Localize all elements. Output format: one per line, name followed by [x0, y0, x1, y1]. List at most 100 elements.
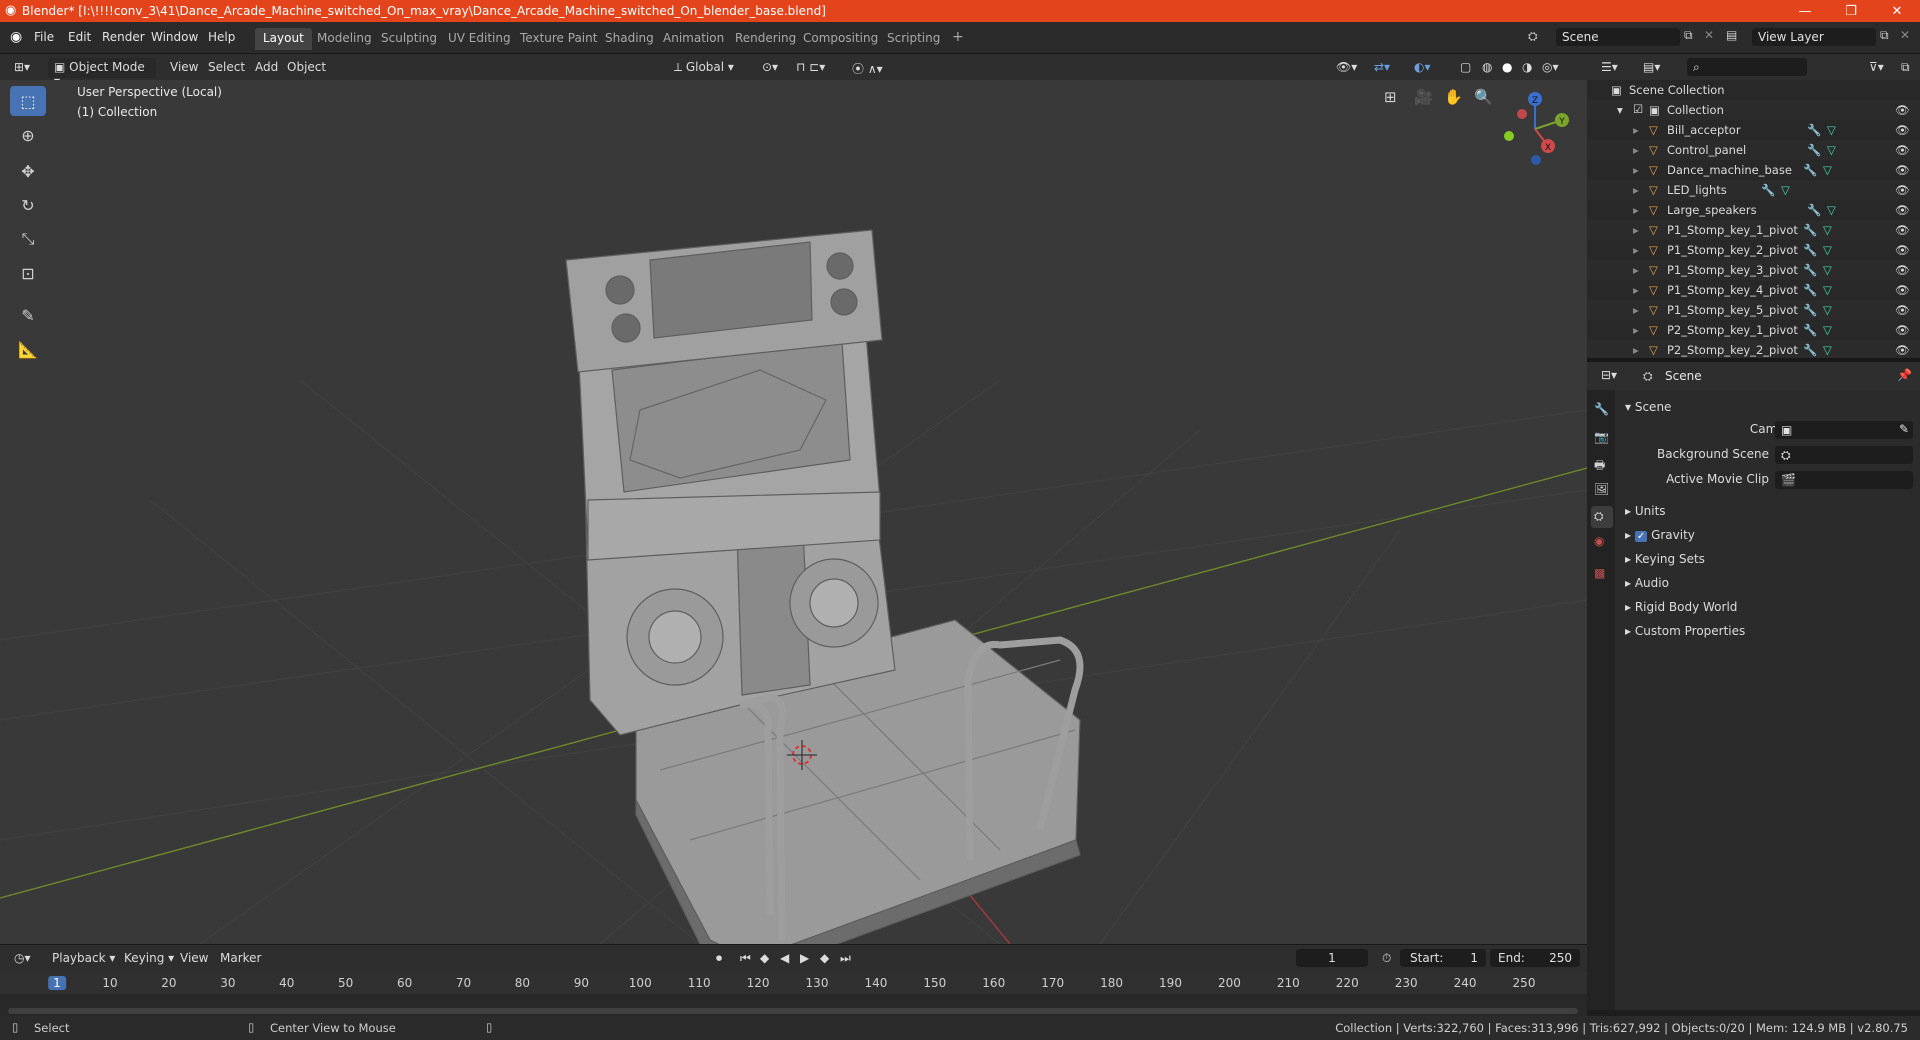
custom-properties-panel-header[interactable]: ▸ Custom Properties [1625, 624, 1745, 638]
expand-arrow-icon[interactable]: ▸ [1633, 283, 1639, 297]
expand-arrow-icon[interactable]: ▸ [1633, 183, 1639, 197]
modifier-wrench-icon[interactable]: 🔧 [1803, 243, 1817, 257]
jump-keyframe-forward-icon[interactable]: ◆ [814, 949, 835, 969]
filter-icon[interactable]: ⊽▾ [1863, 58, 1890, 78]
tab-layout[interactable]: Layout [255, 28, 312, 50]
end-frame-field[interactable]: End: 250 [1490, 949, 1580, 967]
eye-icon[interactable]: 👁 [1895, 203, 1910, 217]
active-movie-clip-field[interactable]: 🎬 [1775, 471, 1913, 489]
tab-animation[interactable]: Animation [655, 28, 732, 50]
camera-view-icon[interactable]: 🎥 [1414, 88, 1433, 106]
outliner-item[interactable]: ▸ ▽ P1_Stomp_key_4_pivot 🔧 ▽ 👁 [1587, 280, 1920, 300]
outliner-item[interactable]: ▸ ▽ P1_Stomp_key_3_pivot 🔧 ▽ 👁 [1587, 260, 1920, 280]
modifier-wrench-icon[interactable]: 🔧 [1807, 203, 1821, 217]
mesh-data-icon[interactable]: ▽ [1823, 343, 1832, 357]
mesh-data-icon[interactable]: ▽ [1823, 263, 1832, 277]
object-visibility-icon[interactable]: 👁▾ [1330, 58, 1363, 78]
eye-icon[interactable]: 👁 [1895, 103, 1910, 117]
menu-view[interactable]: View [164, 58, 204, 78]
eye-icon[interactable]: 👁 [1895, 243, 1910, 257]
mesh-data-icon[interactable]: ▽ [1827, 203, 1836, 217]
scene-panel-header[interactable]: ▾ Scene [1625, 400, 1671, 414]
gravity-panel-header[interactable]: ▸ ✓ Gravity [1625, 528, 1695, 542]
new-view-layer-icon[interactable]: ⧉ [1880, 28, 1889, 43]
display-mode-icon[interactable]: ▤▾ [1637, 58, 1666, 78]
menu-playback[interactable]: Playback ▾ [46, 949, 121, 969]
outliner-item[interactable]: ▸ ▽ Bill_acceptor 🔧 ▽ 👁 [1587, 120, 1920, 140]
navigation-gizmo[interactable]: Z Y X [1490, 84, 1580, 174]
3d-viewport[interactable]: User Perspective (Local) (1) Collection … [0, 80, 1587, 944]
eye-icon[interactable]: 👁 [1895, 283, 1910, 297]
tool-tab-icon[interactable]: 🔧 [1594, 402, 1609, 416]
eye-icon[interactable]: 👁 [1895, 263, 1910, 277]
start-frame-field[interactable]: Start: 1 [1400, 949, 1486, 967]
eye-icon[interactable]: 👁 [1895, 343, 1910, 357]
select-box-tool[interactable]: ⬚ [10, 86, 46, 116]
shading-rendered-icon[interactable]: ◎▾ [1536, 58, 1565, 78]
minimize-button[interactable]: — [1782, 0, 1828, 22]
view-layer-browse-icon[interactable]: ▤ [1726, 28, 1737, 42]
mesh-data-icon[interactable]: ▽ [1823, 223, 1832, 237]
grid-view-icon[interactable]: ⊞ [1384, 88, 1397, 106]
rigid-body-world-panel-header[interactable]: ▸ Rigid Body World [1625, 600, 1737, 614]
modifier-wrench-icon[interactable]: 🔧 [1807, 123, 1821, 137]
menu-add[interactable]: Add [249, 58, 284, 78]
expand-arrow-icon[interactable]: ▸ [1633, 203, 1639, 217]
view-layer-field[interactable]: View Layer [1752, 28, 1876, 46]
menu-edit[interactable]: Edit [68, 30, 91, 44]
annotate-tool[interactable]: ✎ [10, 300, 46, 330]
modifier-wrench-icon[interactable]: 🔧 [1803, 323, 1817, 337]
timeline-ruler[interactable]: 1 10 20 30 40 50 60 70 80 90 100 110 120 130 140 150 160… [0, 972, 1587, 994]
gizmo-neg-y[interactable] [1504, 131, 1514, 141]
render-tab-icon[interactable]: 📷 [1594, 430, 1609, 444]
new-collection-icon[interactable]: ⧉ [1895, 58, 1916, 78]
eyedropper-icon[interactable]: ✎ [1899, 422, 1909, 436]
timeline-scrollbar[interactable] [8, 1008, 1578, 1014]
view-layer-tab-icon[interactable]: 🖼 [1594, 482, 1609, 496]
gizmo-neg-x[interactable] [1517, 109, 1527, 119]
modifier-wrench-icon[interactable]: 🔧 [1803, 223, 1817, 237]
menu-file[interactable]: File [34, 30, 54, 44]
blender-menu-icon[interactable]: ◉ [10, 29, 22, 45]
close-button[interactable]: ✕ [1874, 0, 1920, 22]
cursor-tool[interactable]: ⊕ [10, 120, 46, 150]
expand-arrow-icon[interactable]: ▸ [1633, 143, 1639, 157]
menu-help[interactable]: Help [208, 30, 235, 44]
gizmo-toggle-icon[interactable]: ⇄▾ [1368, 58, 1396, 78]
modifier-wrench-icon[interactable]: 🔧 [1803, 303, 1817, 317]
editor-type-icon[interactable]: ⊞▾ [8, 58, 36, 78]
tab-modeling[interactable]: Modeling [309, 28, 380, 50]
add-workspace-button[interactable]: + [944, 26, 972, 48]
modifier-wrench-icon[interactable]: 🔧 [1761, 183, 1775, 197]
world-tab-icon[interactable]: ◉ [1594, 534, 1604, 548]
expand-arrow-icon[interactable]: ▸ [1633, 343, 1639, 357]
scene-name-field[interactable]: Scene [1556, 28, 1680, 46]
outliner-item[interactable]: ▸ ▽ P1_Stomp_key_2_pivot 🔧 ▽ 👁 [1587, 240, 1920, 260]
outliner-collection[interactable]: ▾ ☑ ▣ Collection 👁 [1587, 100, 1920, 120]
audio-panel-header[interactable]: ▸ Audio [1625, 576, 1669, 590]
properties-editor-type-icon[interactable]: ⊟▾ [1595, 366, 1623, 386]
outliner-scene-collection[interactable]: ▣ Scene Collection [1587, 80, 1920, 100]
modifier-wrench-icon[interactable]: 🔧 [1807, 143, 1821, 157]
timeline-editor-type-icon[interactable]: ◷▾ [8, 949, 37, 969]
scene-tab-icon[interactable]: ⛭ [1591, 506, 1613, 528]
eye-icon[interactable]: 👁 [1895, 123, 1910, 137]
expand-arrow-icon[interactable]: ▸ [1633, 123, 1639, 137]
modifier-wrench-icon[interactable]: 🔧 [1803, 163, 1817, 177]
pan-hand-icon[interactable]: ✋ [1444, 88, 1463, 106]
pivot-point-icon[interactable]: ⊙▾ [756, 58, 784, 78]
mesh-data-icon[interactable]: ▽ [1823, 303, 1832, 317]
pin-icon[interactable]: 📌 [1897, 368, 1912, 382]
expand-arrow-icon[interactable]: ▸ [1633, 303, 1639, 317]
transform-tool[interactable]: ⊡ [10, 258, 46, 288]
current-frame-field[interactable]: 1 [1296, 949, 1368, 967]
tab-sculpting[interactable]: Sculpting [373, 28, 445, 50]
tab-uv-editing[interactable]: UV Editing [440, 28, 519, 50]
gravity-checkbox[interactable]: ✓ [1634, 531, 1648, 542]
collapse-arrow-icon[interactable]: ▾ [1617, 103, 1623, 117]
outliner-item[interactable]: ▸ ▽ P1_Stomp_key_5_pivot 🔧 ▽ 👁 [1587, 300, 1920, 320]
eye-icon[interactable]: 👁 [1895, 163, 1910, 177]
outliner-item[interactable]: ▸ ▽ LED_lights 🔧 ▽ 👁 [1587, 180, 1920, 200]
timeline-track-area[interactable] [0, 994, 1587, 1016]
units-panel-header[interactable]: ▸ Units [1625, 504, 1666, 518]
